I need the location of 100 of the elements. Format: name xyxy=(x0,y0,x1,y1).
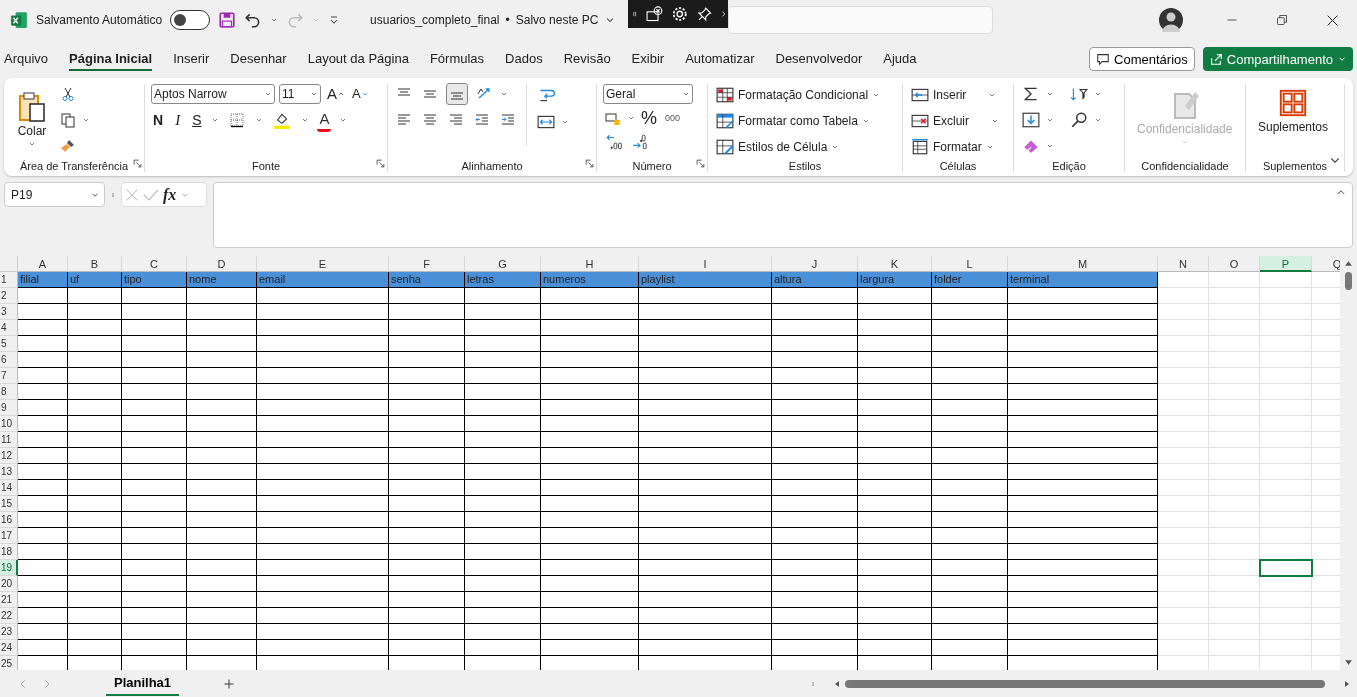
caret-icon[interactable] xyxy=(339,116,348,124)
autosave-toggle[interactable] xyxy=(170,10,211,30)
cells-menu-button[interactable]: Inserir xyxy=(909,84,1001,106)
menu-tab[interactable]: Fórmulas xyxy=(429,47,485,71)
bold-button[interactable]: N xyxy=(151,110,166,130)
row-header[interactable]: 24 xyxy=(0,640,18,656)
caret-icon[interactable] xyxy=(211,116,220,124)
row-header[interactable]: 10 xyxy=(0,416,18,432)
row-header[interactable]: 21 xyxy=(0,592,18,608)
column-header[interactable]: E xyxy=(257,256,389,272)
table-header-cell[interactable]: playlist xyxy=(639,272,772,288)
add-sheet-icon[interactable] xyxy=(223,677,236,690)
table-header-cell[interactable]: filial xyxy=(18,272,68,288)
column-header[interactable]: I xyxy=(639,256,772,272)
avatar[interactable] xyxy=(1159,8,1183,32)
row-header[interactable]: 2 xyxy=(0,288,18,304)
grow-font-button[interactable]: A xyxy=(325,84,346,104)
row-header[interactable]: 3 xyxy=(0,304,18,320)
menu-tab[interactable]: Exibir xyxy=(631,47,665,71)
table-header-cell[interactable]: tipo xyxy=(122,272,187,288)
row-header[interactable]: 11 xyxy=(0,432,18,448)
search-field[interactable] xyxy=(728,6,993,34)
column-header[interactable]: H xyxy=(541,256,639,272)
font-name-dropdown[interactable]: Aptos Narrow xyxy=(151,84,275,104)
dialog-launcher-icon[interactable] xyxy=(376,159,385,168)
row-header[interactable]: 12 xyxy=(0,448,18,464)
column-header[interactable]: J xyxy=(772,256,858,272)
row-header[interactable]: 4 xyxy=(0,320,18,336)
table-header-cell[interactable]: numeros xyxy=(541,272,639,288)
column-header[interactable]: N xyxy=(1158,256,1209,272)
caret-icon[interactable] xyxy=(682,90,690,98)
menu-tab[interactable]: Desenvolvedor xyxy=(775,47,863,71)
pin-icon[interactable] xyxy=(696,6,713,22)
column-header[interactable]: A xyxy=(18,256,68,272)
caret-icon[interactable] xyxy=(561,118,569,126)
column-header[interactable]: O xyxy=(1209,256,1260,272)
row-header[interactable]: 22 xyxy=(0,608,18,624)
column-header[interactable]: F xyxy=(389,256,465,272)
scroll-left-icon[interactable] xyxy=(833,679,841,688)
caret-icon[interactable] xyxy=(1094,116,1102,124)
font-size-dropdown[interactable]: 11 xyxy=(279,84,321,104)
chevron-right-icon[interactable] xyxy=(720,9,728,19)
column-header[interactable]: D xyxy=(187,256,257,272)
table-header-cell[interactable]: largura xyxy=(858,272,932,288)
cells-menu-button[interactable]: Formatar xyxy=(909,136,1001,158)
menu-tab[interactable]: Ajuda xyxy=(883,47,917,71)
dialog-launcher-icon[interactable] xyxy=(133,159,142,168)
table-header-cell[interactable]: senha xyxy=(389,272,465,288)
styles-menu-button[interactable]: Formatação Condicional xyxy=(714,84,883,106)
cells-menu-button[interactable]: Excluir xyxy=(909,110,1001,132)
font-color-button[interactable]: A xyxy=(317,108,332,132)
menu-tab[interactable]: Inserir xyxy=(173,47,210,71)
copy-icon[interactable] xyxy=(58,110,78,130)
sheet-tab[interactable]: Planilha1 xyxy=(106,671,180,696)
caret-icon[interactable] xyxy=(301,116,310,124)
row-header[interactable]: 1 xyxy=(0,272,18,288)
styles-menu-button[interactable]: Estilos de Célula xyxy=(714,136,883,158)
column-header[interactable]: K xyxy=(858,256,932,272)
column-header[interactable]: L xyxy=(932,256,1008,272)
caret-icon[interactable] xyxy=(82,116,90,124)
thousands-button[interactable]: 000 xyxy=(663,111,683,125)
caret-icon[interactable] xyxy=(310,90,318,98)
row-header[interactable]: 23 xyxy=(0,624,18,640)
row-header[interactable]: 20 xyxy=(0,576,18,592)
row-header[interactable]: 13 xyxy=(0,464,18,480)
row-header[interactable]: 19 xyxy=(0,560,18,576)
caret-icon[interactable] xyxy=(500,90,508,98)
paste-button[interactable]: Colar xyxy=(10,88,54,150)
column-header[interactable]: M xyxy=(1008,256,1158,272)
shrink-font-button[interactable]: A xyxy=(350,84,370,104)
table-header-cell[interactable]: letras xyxy=(465,272,541,288)
table-header-cell[interactable]: nome xyxy=(187,272,257,288)
selected-cell[interactable] xyxy=(1260,560,1312,576)
formula-input[interactable] xyxy=(213,182,1353,248)
caret-icon[interactable] xyxy=(270,16,279,24)
row-header[interactable]: 5 xyxy=(0,336,18,352)
caret-icon[interactable] xyxy=(1094,90,1102,98)
row-header[interactable]: 25 xyxy=(0,656,18,670)
bottom-align-button[interactable] xyxy=(446,83,468,105)
underline-button[interactable]: S xyxy=(190,110,204,130)
scroll-right-icon[interactable] xyxy=(1343,679,1351,688)
menu-tab[interactable]: Layout da Página xyxy=(307,47,409,71)
menu-tab[interactable]: Arquivo xyxy=(4,47,49,71)
file-name[interactable]: usuarios_completo_final xyxy=(370,13,500,27)
caret-icon[interactable] xyxy=(255,116,264,124)
addins-button[interactable]: Suplementos xyxy=(1252,86,1335,136)
column-header[interactable]: P xyxy=(1260,256,1312,272)
row-header[interactable]: 6 xyxy=(0,352,18,368)
dialog-launcher-icon[interactable] xyxy=(696,159,705,168)
menu-tab[interactable]: Automatizar xyxy=(685,47,755,71)
row-header[interactable]: 16 xyxy=(0,512,18,528)
scroll-thumb[interactable] xyxy=(845,679,1325,688)
number-format-dropdown[interactable]: Geral xyxy=(603,84,693,104)
styles-menu-button[interactable]: Formatar como Tabela xyxy=(714,110,883,132)
dialog-launcher-icon[interactable] xyxy=(585,159,594,168)
settings-icon[interactable] xyxy=(671,5,689,23)
row-header[interactable]: 15 xyxy=(0,496,18,512)
caret-icon[interactable] xyxy=(1046,116,1054,124)
scroll-thumb[interactable] xyxy=(1345,272,1352,290)
menu-tab[interactable]: Desenhar xyxy=(230,47,287,71)
